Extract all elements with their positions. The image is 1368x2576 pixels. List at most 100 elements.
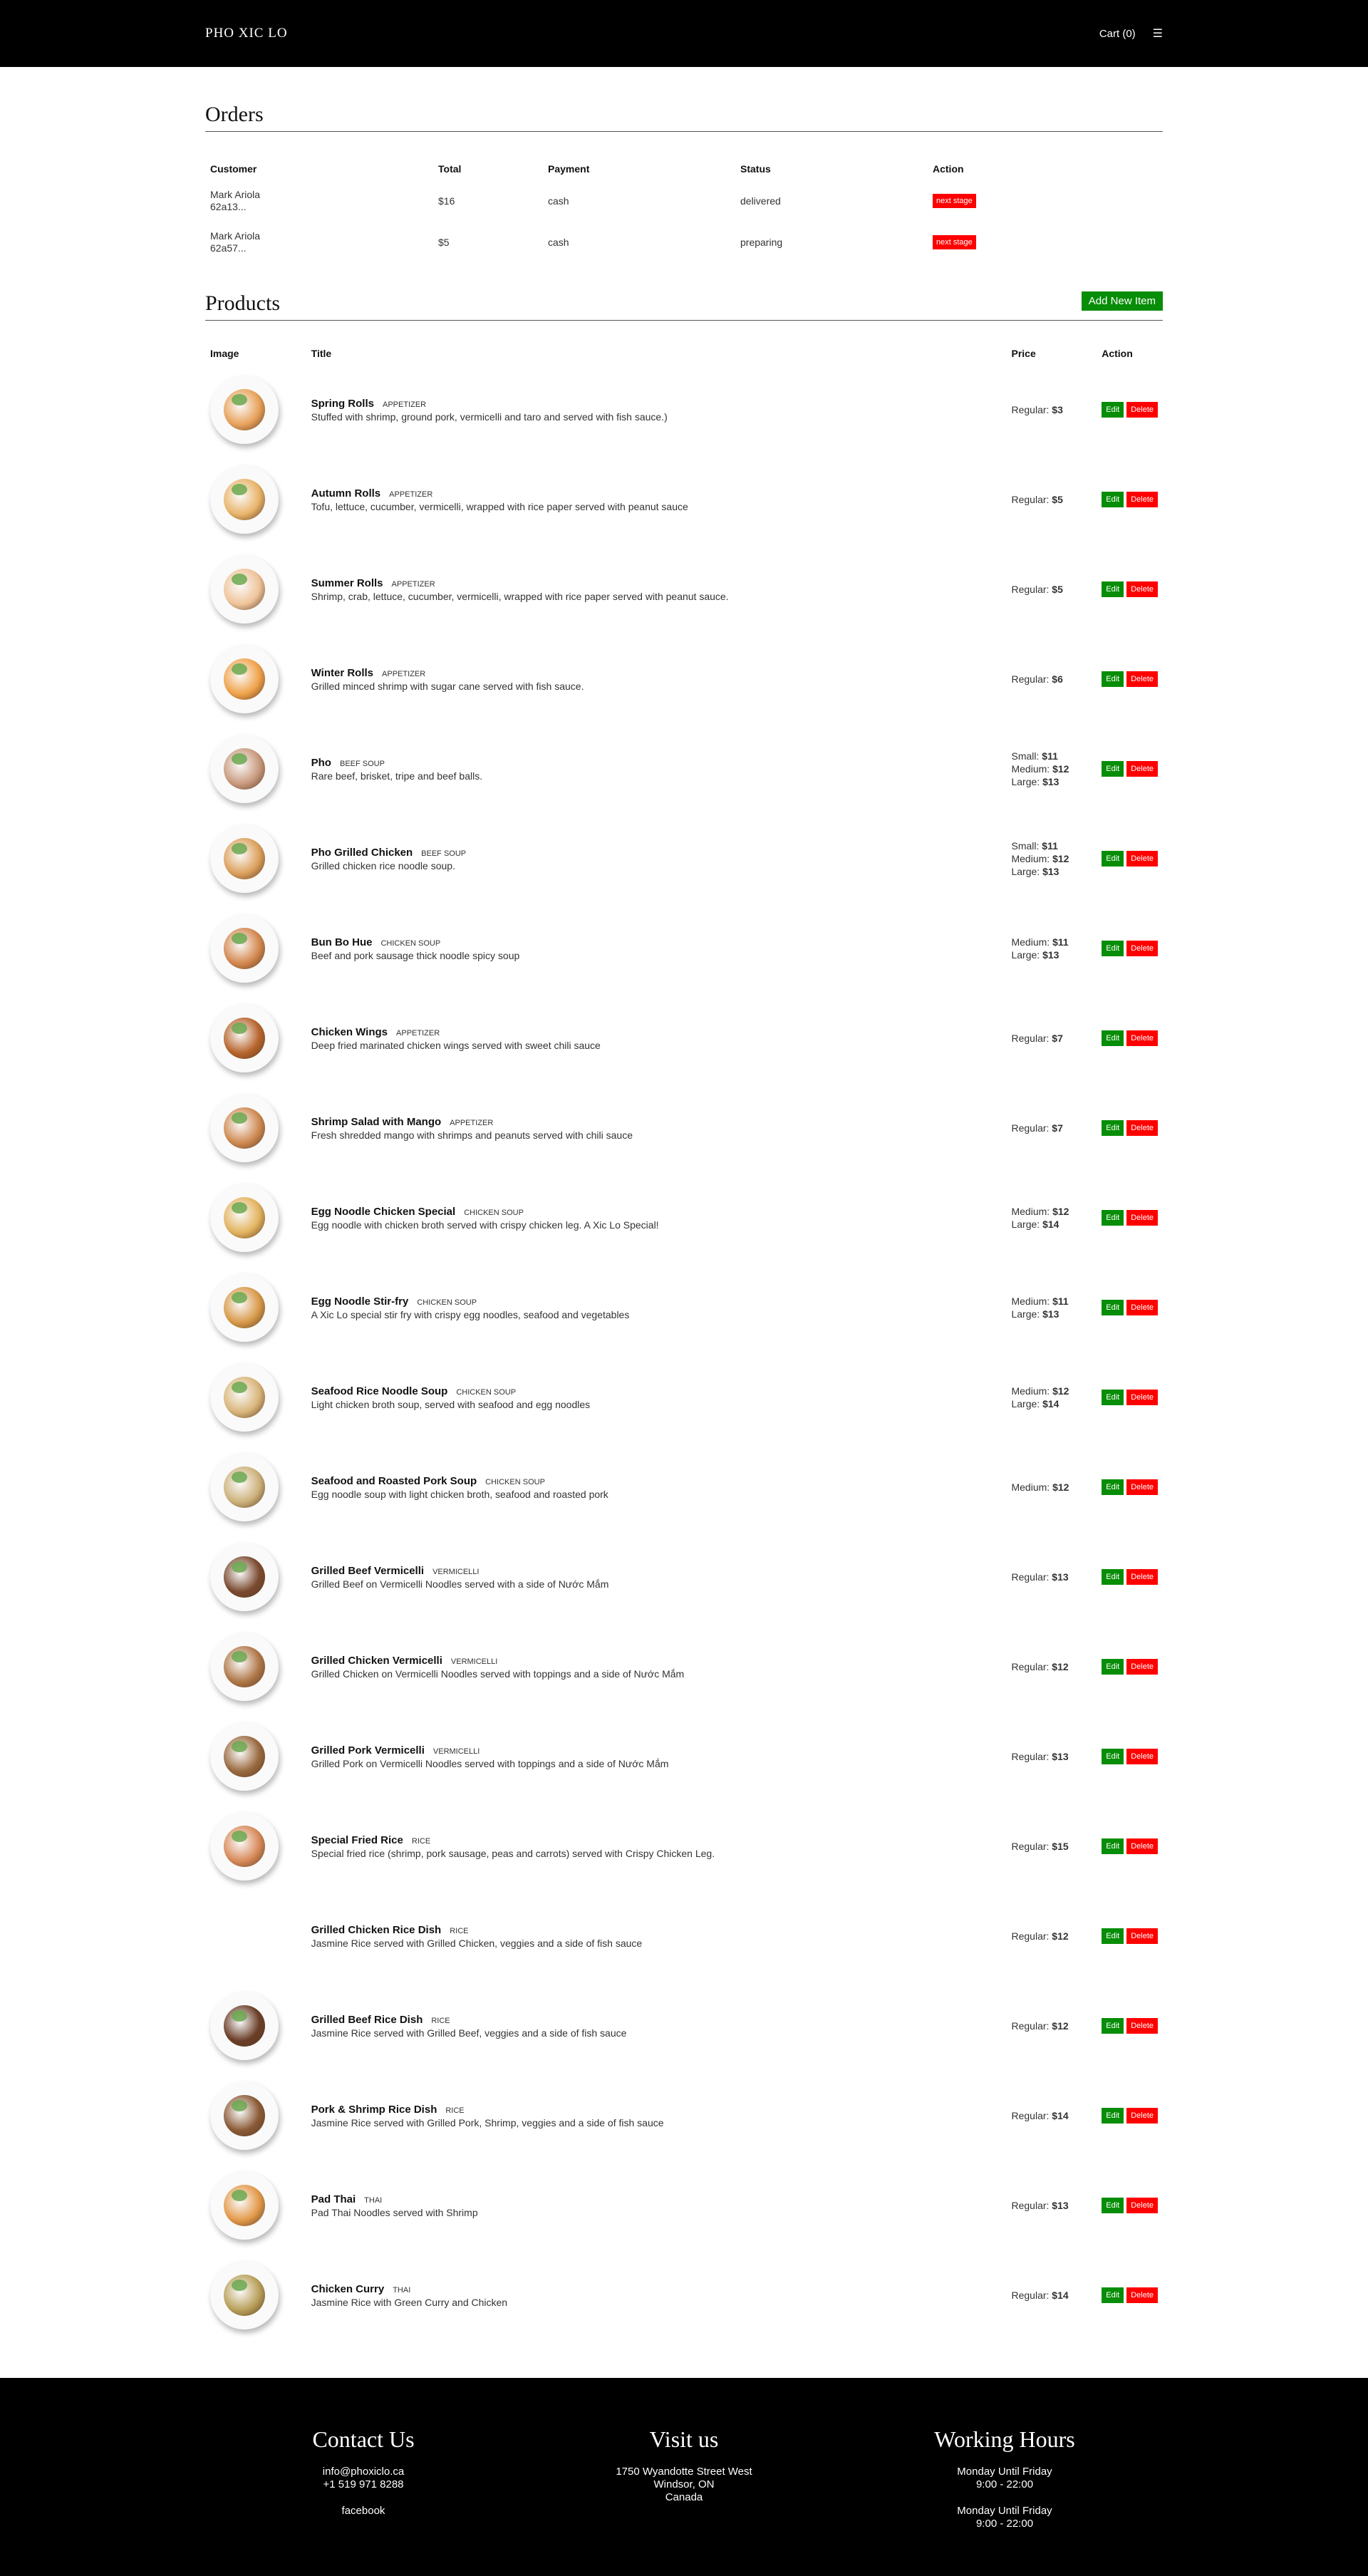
delete-button[interactable]: Delete	[1126, 492, 1158, 507]
delete-button[interactable]: Delete	[1126, 1928, 1158, 1944]
product-category: APPETIZER	[389, 490, 433, 499]
product-row: Autumn Rolls APPETIZER Tofu, lettuce, cucu…	[205, 455, 1163, 544]
product-image-cell	[205, 2161, 306, 2250]
order-total: $5	[438, 237, 450, 248]
delete-button[interactable]: Delete	[1126, 1479, 1158, 1495]
product-title-cell: Seafood and Roasted Pork Soup CHICKEN SOU…	[306, 1442, 1007, 1532]
footer-facebook-link[interactable]: facebook	[203, 2505, 524, 2518]
product-price-cell: Regular: $15	[1006, 1801, 1097, 1891]
product-action-cell: Edit Delete	[1097, 2071, 1163, 2161]
delete-button[interactable]: Delete	[1126, 2198, 1158, 2213]
product-title-line: Egg Noodle Stir-fry CHICKEN SOUP	[311, 1295, 1002, 1308]
edit-button[interactable]: Edit	[1102, 1659, 1124, 1675]
edit-button[interactable]: Edit	[1102, 1479, 1124, 1495]
footer-hours-time-2: 9:00 - 22:00	[975, 2518, 1034, 2530]
delete-button[interactable]: Delete	[1126, 1569, 1158, 1585]
footer-country: Canada	[665, 2491, 703, 2503]
edit-button[interactable]: Edit	[1102, 1569, 1124, 1585]
garnish-icon	[232, 574, 247, 585]
price-size: Regular:	[1011, 1930, 1050, 1942]
delete-button[interactable]: Delete	[1126, 1390, 1158, 1405]
price-line: Large: $14	[1011, 1397, 1092, 1410]
edit-button[interactable]: Edit	[1102, 1120, 1124, 1136]
product-image	[210, 555, 279, 624]
edit-button[interactable]: Edit	[1102, 2108, 1124, 2124]
brand-logo[interactable]: PHO XIC LO	[205, 26, 288, 41]
product-category: RICE	[431, 2016, 450, 2025]
edit-button[interactable]: Edit	[1102, 1838, 1124, 1854]
edit-button[interactable]: Edit	[1102, 851, 1124, 867]
price-line: Regular: $7	[1011, 1122, 1092, 1134]
product-price-cell: Medium: $12 Large: $14	[1006, 1173, 1097, 1263]
delete-button[interactable]: Delete	[1126, 581, 1158, 597]
product-category: APPETIZER	[382, 400, 427, 409]
product-description: Shrimp, crab, lettuce, cucumber, vermice…	[311, 590, 729, 602]
garnish-icon	[232, 1382, 247, 1393]
cart-link[interactable]: Cart (0)	[1099, 28, 1136, 40]
delete-button[interactable]: Delete	[1126, 1838, 1158, 1854]
delete-button[interactable]: Delete	[1126, 671, 1158, 687]
delete-button[interactable]: Delete	[1126, 1659, 1158, 1675]
price-size: Large:	[1011, 949, 1040, 961]
product-title-cell: Seafood Rice Noodle Soup CHICKEN SOUP Ligh…	[306, 1352, 1007, 1442]
product-title-cell: Shrimp Salad with Mango APPETIZER Fresh sh…	[306, 1083, 1007, 1173]
garnish-icon	[232, 933, 247, 944]
edit-button[interactable]: Edit	[1102, 671, 1124, 687]
delete-button[interactable]: Delete	[1126, 761, 1158, 777]
edit-button[interactable]: Edit	[1102, 1390, 1124, 1405]
footer-email-link[interactable]: info@phoxiclo.ca	[203, 2466, 524, 2478]
product-row: Grilled Chicken Vermicelli VERMICELLI Gril…	[205, 1622, 1163, 1712]
delete-button[interactable]: Delete	[1126, 1210, 1158, 1226]
product-category: RICE	[445, 2106, 465, 2115]
edit-button[interactable]: Edit	[1102, 1928, 1124, 1944]
delete-button[interactable]: Delete	[1126, 1120, 1158, 1136]
product-description: Tofu, lettuce, cucumber, vermicelli, wra…	[311, 500, 688, 512]
order-customer: Mark Ariola 62a57...	[205, 222, 433, 263]
price-size: Regular:	[1011, 1751, 1050, 1762]
footer-phone[interactable]: +1 519 971 8288	[203, 2478, 524, 2491]
edit-button[interactable]: Edit	[1102, 761, 1124, 777]
edit-button[interactable]: Edit	[1102, 941, 1124, 956]
next-stage-button[interactable]: next stage	[933, 235, 976, 249]
product-price-cell: Regular: $13	[1006, 2161, 1097, 2250]
delete-button[interactable]: Delete	[1126, 851, 1158, 867]
price-size: Regular:	[1011, 404, 1050, 415]
product-title-line: Pork & Shrimp Rice Dish RICE	[311, 2104, 1002, 2116]
delete-button[interactable]: Delete	[1126, 2018, 1158, 2034]
product-price-cell: Medium: $12	[1006, 1442, 1097, 1532]
price-size: Medium:	[1011, 1206, 1050, 1217]
delete-button[interactable]: Delete	[1126, 1749, 1158, 1764]
product-image-cell	[205, 1352, 306, 1442]
add-new-item-button[interactable]: Add New Item	[1081, 291, 1163, 311]
product-title-cell: Summer Rolls APPETIZER Shrimp, crab, lettu…	[306, 544, 1007, 634]
product-title: Grilled Chicken Rice Dish	[311, 1923, 442, 1936]
products-title: Products	[205, 291, 280, 315]
next-stage-button[interactable]: next stage	[933, 194, 976, 208]
delete-button[interactable]: Delete	[1126, 2108, 1158, 2124]
edit-button[interactable]: Edit	[1102, 1210, 1124, 1226]
delete-button[interactable]: Delete	[1126, 941, 1158, 956]
edit-button[interactable]: Edit	[1102, 2018, 1124, 2034]
product-description: A Xic Lo special stir fry with crispy eg…	[311, 1308, 630, 1320]
edit-button[interactable]: Edit	[1102, 2287, 1124, 2303]
product-title-line: Pho BEEF SOUP	[311, 757, 1002, 769]
delete-button[interactable]: Delete	[1126, 1030, 1158, 1046]
edit-button[interactable]: Edit	[1102, 581, 1124, 597]
delete-button[interactable]: Delete	[1126, 1300, 1158, 1315]
product-title-line: Pho Grilled Chicken BEEF SOUP	[311, 847, 1002, 859]
product-image-cell	[205, 814, 306, 904]
product-title-line: Grilled Beef Rice Dish RICE	[311, 2014, 1002, 2026]
product-title-line: Seafood Rice Noodle Soup CHICKEN SOUP	[311, 1385, 1002, 1397]
edit-button[interactable]: Edit	[1102, 492, 1124, 507]
price-value: $7	[1052, 1122, 1063, 1134]
delete-button[interactable]: Delete	[1126, 2287, 1158, 2303]
edit-button[interactable]: Edit	[1102, 1030, 1124, 1046]
edit-button[interactable]: Edit	[1102, 402, 1124, 418]
hamburger-icon[interactable]: ☰	[1153, 26, 1163, 41]
edit-button[interactable]: Edit	[1102, 1749, 1124, 1764]
edit-button[interactable]: Edit	[1102, 1300, 1124, 1315]
delete-button[interactable]: Delete	[1126, 402, 1158, 418]
orders-section: Orders Customer Total Payment Status Act…	[205, 103, 1163, 263]
price-value: $12	[1052, 853, 1069, 864]
edit-button[interactable]: Edit	[1102, 2198, 1124, 2213]
